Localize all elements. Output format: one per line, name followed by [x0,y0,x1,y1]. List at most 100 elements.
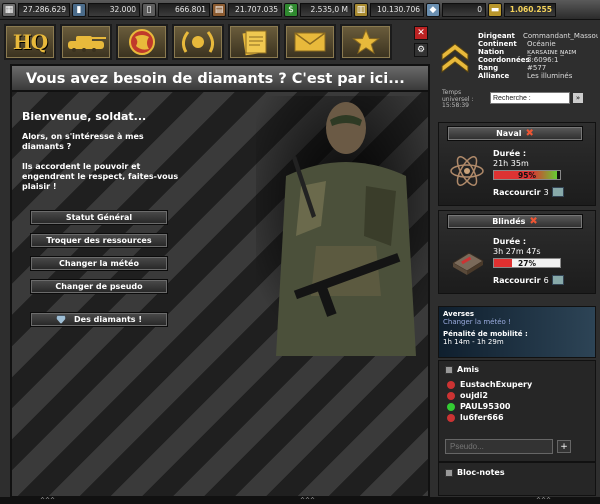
list-item[interactable]: PAUL95300 [447,401,589,412]
resource-item: $2.535,0 M [284,2,352,18]
diamond-icon: ◆ [426,2,440,17]
info-key: Alliance [478,72,510,80]
status-dot-icon [447,402,455,411]
resource-item: ◆ 0 [426,2,486,18]
player-info-row: Continent Océanie [478,40,598,48]
documents-icon [242,30,267,56]
list-item[interactable]: oujdi2 [447,390,589,401]
diamond-shortcut-button[interactable] [551,275,564,285]
duree-label: Durée : [493,237,527,246]
bricks-icon: ▤ [212,2,226,17]
resource-value: 1.060.255 [504,2,556,17]
universal-time: Temps universel : 15:58:39 [442,89,474,109]
nav-world-button[interactable] [116,24,168,60]
nav-reports-button[interactable] [228,24,280,60]
raccourcir-row: Raccourcir 6 [493,275,564,285]
queue-header: Blindés ✖ [447,214,583,229]
pseudo-input[interactable] [445,439,553,454]
changer-pseudo-button[interactable]: Changer de pseudo [30,279,168,294]
info-key: Rang [478,64,499,72]
list-item[interactable]: lu6fer666 [447,412,589,423]
info-value: 3:6096:1 [527,56,559,64]
collapse-icon[interactable] [445,365,453,374]
footer: ^^^ ^^^ ^^^ [0,497,600,504]
des-diamants-button[interactable]: Des diamants ! [30,312,168,327]
queue-time: 3h 27m 47s [493,247,541,256]
gear-icon[interactable]: ⚙ [414,43,428,57]
statut-general-button[interactable]: Statut Général [30,210,168,225]
fuel-icon: ▯ [142,2,156,17]
duree-label: Durée : [493,149,527,158]
scroll-up-arrows[interactable]: ^^^ [300,497,315,504]
resource-item: ▤ 21.707.035 [212,2,282,18]
player-info-row: Dirigeant Commandant_Massoud [478,32,598,40]
cancel-icon[interactable]: ✖ [526,128,534,139]
player-info: Dirigeant Commandant_Massoud Continent Océa… [478,32,598,80]
mobility-penalty-value: 1h 14m - 1h 29m [443,338,504,346]
friend-name: PAUL95300 [460,402,511,411]
raccourcir-row: Raccourcir 3 [493,187,564,197]
add-friend-button[interactable]: + [557,440,571,453]
food-icon: ▥ [354,2,368,17]
diamond-shortcut-button[interactable] [551,187,564,197]
scroll-up-arrows[interactable]: ^^^ [40,497,55,504]
queue-panel-naval: Naval ✖ Durée : 21h 35m 95% Raccourcir 3 [438,122,596,206]
list-item[interactable]: EustachExupery [447,379,589,390]
page-title: Vous avez besoin de diamants ? C'est par… [12,66,428,92]
change-weather-link[interactable]: Changer la météo ! [443,318,591,326]
info-value: #577 [527,64,547,72]
cancel-icon[interactable]: ✖ [529,216,537,227]
info-value: ᴋ̲ᴀʀꜱᴀɪɴᴇ ɴ̲ᴀɪᴍ [527,48,577,56]
rank-chevron-icon [441,43,469,74]
money-icon: $ [284,2,298,17]
changer-meteo-button[interactable]: Changer la météo [30,256,168,271]
nav-army-button[interactable] [60,24,112,60]
laurel-icon [181,31,215,53]
resource-value: 27.286.629 [18,2,70,17]
bloc-notes-panel: Bloc-notes [438,462,596,496]
info-key: Continent [478,40,517,48]
weather-panel: Averses Changer la météo ! Pénalité de m… [438,306,596,358]
resource-value: 666.801 [158,2,210,17]
player-info-row: Coordonnées 3:6096:1 [478,56,598,64]
info-value: Les illuminés [527,72,573,80]
queue-time: 21h 35m [493,159,529,168]
gold-icon: ▬ [488,2,502,17]
player-info-row: Rang #577 [478,64,598,72]
search-go-button[interactable]: » [573,93,583,103]
player-info-row: Alliance Les illuminés [478,72,598,80]
diamond-icon [56,315,67,324]
close-icon[interactable]: ✕ [414,26,428,40]
nav-hq-button[interactable]: HQ [4,24,56,60]
friends-header[interactable]: Amis [445,365,589,374]
info-key: Coordonnées [478,56,530,64]
progress-bar: 27% [493,258,561,268]
bloc-notes-header[interactable]: Bloc-notes [445,468,589,477]
nav-star-button[interactable] [340,24,392,60]
main-panel: Vous avez besoin de diamants ? C'est par… [10,64,430,498]
troquer-ressources-button[interactable]: Troquer des ressources [30,233,168,248]
info-value: Commandant_Massoud [522,32,598,40]
search-input[interactable] [490,92,570,104]
friends-panel: Amis EustachExupery oujdi2 PAUL95300 lu6fer… [438,360,596,462]
window-controls: ✕ ⚙ [414,26,428,57]
player-info-row: Nation ᴋ̲ᴀʀꜱᴀɪɴᴇ ɴ̲ᴀɪᴍ [478,48,598,56]
armor-crate-icon [452,252,484,275]
friend-name: oujdi2 [460,391,488,400]
resource-value: 0 [442,2,486,17]
globe-icon [129,29,155,55]
envelope-icon [294,32,326,52]
resource-item: ▬ 1.060.255 [488,2,556,18]
friend-name: lu6fer666 [460,413,504,422]
nav-alliance-button[interactable] [172,24,224,60]
scroll-up-arrows[interactable]: ^^^ [536,497,551,504]
intro-text: Alors, on s'intéresse à mes diamants ? I… [22,132,179,191]
nav-messages-button[interactable] [284,24,336,60]
welcome-heading: Bienvenue, soldat... [22,110,147,123]
crystal-icon: ▮ [72,2,86,17]
collapse-icon[interactable] [445,468,453,477]
queue-panel-blindes: Blindés ✖ Durée : 3h 27m 47s 27% Raccourc… [438,210,596,294]
soldier-illustration [256,96,428,356]
weather-title: Averses [443,310,475,318]
main-nav: HQ [4,24,392,62]
